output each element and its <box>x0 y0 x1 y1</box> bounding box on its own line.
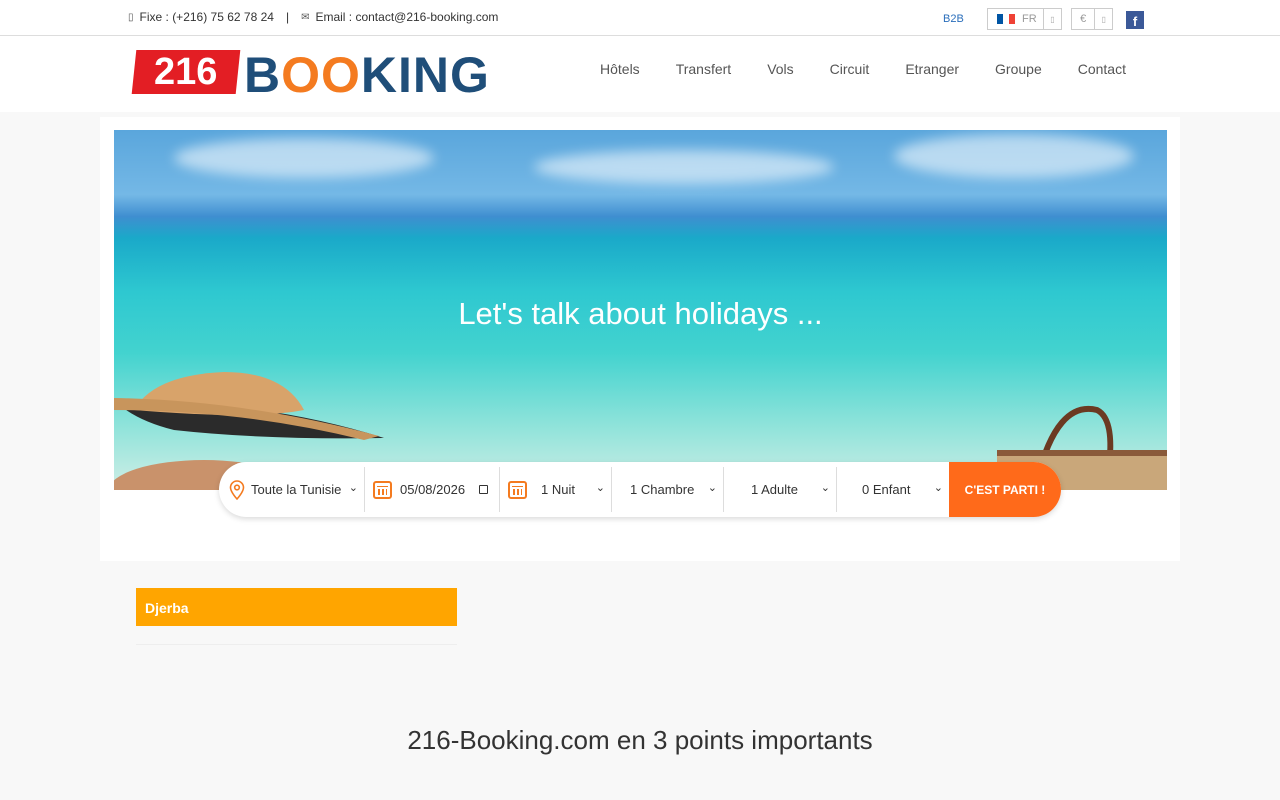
facebook-icon[interactable]: f <box>1126 11 1144 29</box>
divider <box>136 644 457 645</box>
language-select[interactable]: FR ▯ <box>987 8 1062 30</box>
section-title: 216-Booking.com en 3 points importants <box>407 725 873 755</box>
hero-container: Let's talk about holidays ... Toute la T… <box>100 117 1180 561</box>
caret-down-icon: ▯ <box>1043 9 1061 29</box>
destination-select[interactable]: Toute la Tunisie ⌄ <box>219 467 365 512</box>
cloud <box>174 138 434 178</box>
destination-tab-djerba[interactable]: Djerba <box>136 588 457 626</box>
contact-info: ▯ Fixe : (+216) 75 62 78 24 | ✉ Email : … <box>128 10 498 24</box>
nights-value: 1 Nuit <box>541 482 575 497</box>
children-value: 0 Enfant <box>862 482 911 497</box>
logo[interactable]: 216 BOOKING <box>131 46 516 104</box>
adults-select[interactable]: 1 Adulte ⌄ <box>724 467 837 512</box>
calendar-icon <box>373 480 392 499</box>
nav-item-transfert[interactable]: Transfert <box>658 61 750 77</box>
nav-item-etranger[interactable]: Etranger <box>887 61 977 77</box>
search-bar: Toute la Tunisie ⌄ 05/08/2026 1 Nuit ⌄ 1… <box>219 462 1061 517</box>
checkin-date-input[interactable]: 05/08/2026 <box>365 467 500 512</box>
destination-value: Toute la Tunisie <box>251 482 342 497</box>
currency-select[interactable]: € ▯ <box>1071 8 1113 30</box>
nav-item-groupe[interactable]: Groupe <box>977 61 1060 77</box>
map-pin-icon <box>229 479 245 500</box>
logo-number: 216 <box>131 50 241 94</box>
separator: | <box>285 10 290 24</box>
nav-item-contact[interactable]: Contact <box>1060 61 1144 77</box>
caret-down-icon: ▯ <box>1094 9 1112 29</box>
envelope-icon: ✉ <box>301 11 310 23</box>
date-picker-icon[interactable] <box>479 485 489 494</box>
cloud <box>894 134 1134 178</box>
chevron-down-icon: ⌄ <box>820 482 830 494</box>
currency-label: € <box>1080 13 1087 25</box>
hero-banner: Let's talk about holidays ... <box>114 130 1167 490</box>
rooms-select[interactable]: 1 Chambre ⌄ <box>612 467 724 512</box>
logo-word: BOOKING <box>244 47 490 103</box>
mobile-icon: ▯ <box>128 11 134 23</box>
france-flag-icon <box>997 14 1015 24</box>
nav-item-vols[interactable]: Vols <box>749 61 811 77</box>
header: 216 BOOKING Hôtels Transfert Vols Circui… <box>0 36 1280 112</box>
rooms-value: 1 Chambre <box>630 482 695 497</box>
phone-text: Fixe : (+216) 75 62 78 24 <box>139 10 274 24</box>
language-label: FR <box>1022 13 1037 25</box>
nights-select[interactable]: 1 Nuit ⌄ <box>500 467 612 512</box>
date-value: 05/08/2026 <box>400 482 466 497</box>
adults-value: 1 Adulte <box>751 482 798 497</box>
children-select[interactable]: 0 Enfant ⌄ <box>837 467 949 512</box>
email-text[interactable]: Email : contact@216-booking.com <box>315 10 498 24</box>
nav-item-hotels[interactable]: Hôtels <box>582 61 658 77</box>
cloud <box>534 150 834 184</box>
chevron-down-icon: ⌄ <box>595 482 605 494</box>
chevron-down-icon: ⌄ <box>707 482 717 494</box>
b2b-link[interactable]: B2B <box>943 13 964 25</box>
chevron-down-icon: ⌄ <box>933 482 943 494</box>
hero-title: Let's talk about holidays ... <box>458 296 823 331</box>
calendar-icon <box>508 480 527 499</box>
chevron-down-icon: ⌄ <box>348 482 358 494</box>
search-submit-button[interactable]: C'EST PARTI ! <box>949 462 1061 517</box>
top-bar: ▯ Fixe : (+216) 75 62 78 24 | ✉ Email : … <box>0 0 1280 36</box>
main-nav: Hôtels Transfert Vols Circuit Etranger G… <box>582 61 1144 77</box>
nav-item-circuit[interactable]: Circuit <box>812 61 888 77</box>
